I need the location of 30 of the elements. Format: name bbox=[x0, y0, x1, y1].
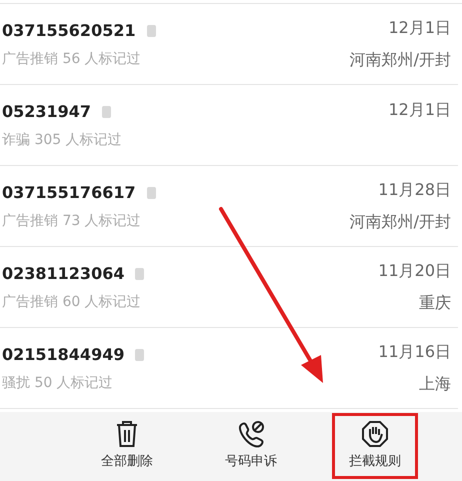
toolbar-button[interactable]: 全部删除 bbox=[84, 413, 170, 479]
mark-label: 诈骗 305 人标记过 bbox=[2, 130, 122, 150]
trash-icon bbox=[115, 420, 139, 448]
tag-icon bbox=[134, 266, 146, 280]
phone-number: 037155620521 bbox=[2, 20, 136, 42]
call-date: 11月28日 bbox=[378, 179, 451, 201]
toolbar-button[interactable]: 拦截规则 bbox=[332, 413, 418, 479]
call-location: 河南郑州/开封 bbox=[350, 211, 451, 233]
phone-number: 02381123064 bbox=[2, 262, 124, 284]
tag-icon bbox=[146, 24, 157, 38]
call-location: 重庆 bbox=[419, 292, 451, 314]
call-date: 12月1日 bbox=[388, 17, 451, 39]
call-date: 12月1日 bbox=[388, 99, 451, 121]
phone-number: 037155176617 bbox=[2, 182, 136, 204]
mark-label: 骚扰 50 人标记过 bbox=[2, 374, 114, 392]
call-location: 河南郑州/开封 bbox=[350, 49, 451, 71]
mark-label: 广告推销 73 人标记过 bbox=[2, 212, 142, 230]
phone-number: 05231947 bbox=[2, 100, 92, 122]
call-date: 11月16日 bbox=[378, 341, 451, 363]
call-date: 11月20日 bbox=[378, 260, 451, 282]
phone-block-icon bbox=[237, 420, 265, 448]
mark-label: 广告推销 56 人标记过 bbox=[2, 50, 142, 68]
hand-block-icon bbox=[361, 420, 389, 448]
tag-icon bbox=[101, 104, 112, 118]
phone-number: 02151844949 bbox=[2, 344, 124, 366]
tag-icon bbox=[146, 186, 157, 200]
tag-icon bbox=[134, 348, 146, 362]
mark-label: 广告推销 60 人标记过 bbox=[2, 292, 142, 312]
call-location: 上海 bbox=[419, 373, 451, 395]
toolbar-button[interactable]: 号码申诉 bbox=[208, 413, 294, 479]
